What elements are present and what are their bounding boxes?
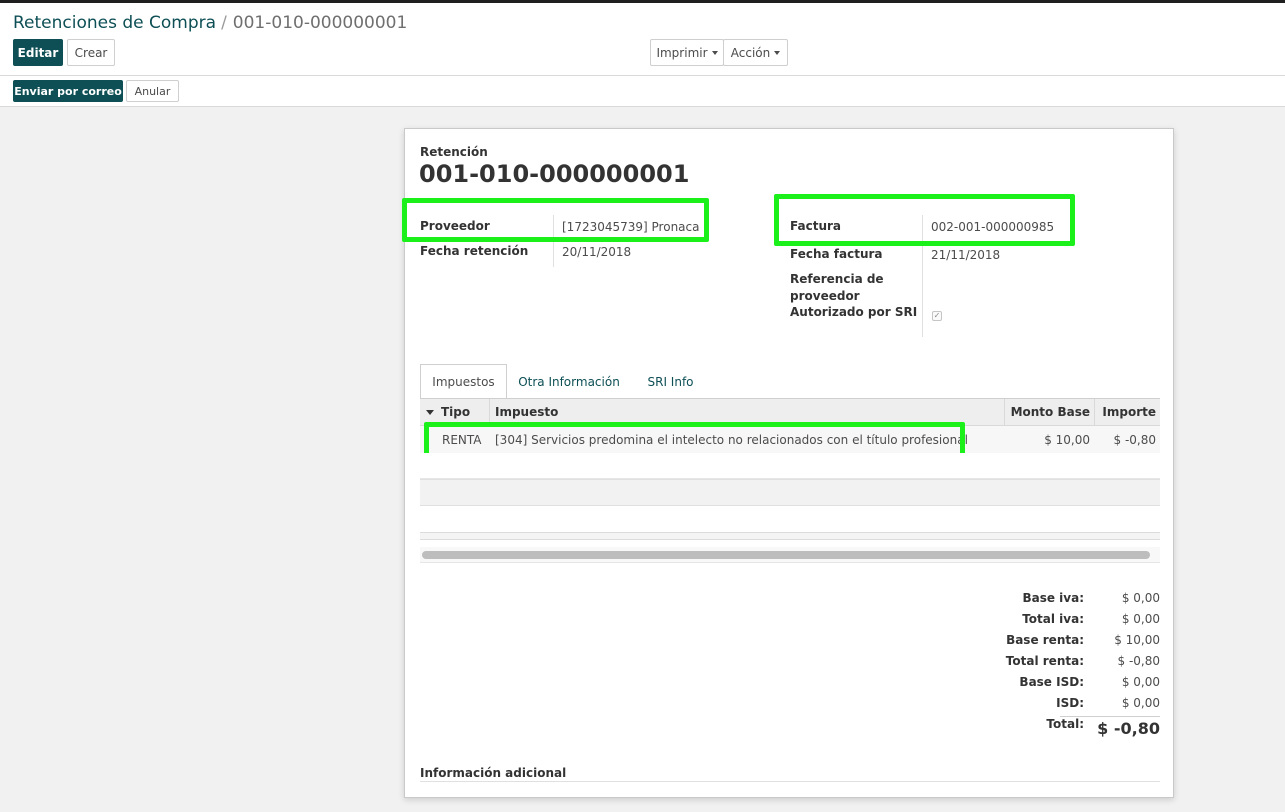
highlight-factura (774, 194, 1075, 246)
total-label-isd: ISD: (1056, 696, 1084, 710)
field-fecha-factura[interactable]: 21/11/2018 (931, 248, 1000, 262)
status-bar: Enviar por correo Anular (0, 76, 1285, 107)
field-label-fecha-factura: Fecha factura (790, 247, 883, 261)
cell-monto-base: $ 10,00 (1044, 433, 1090, 447)
tab-otra-informacion[interactable]: Otra Información (513, 364, 625, 399)
checkmark-icon: ✓ (933, 311, 941, 320)
total-base-iva: $ 0,00 (1121, 591, 1160, 605)
col-separator (1004, 399, 1005, 426)
print-label: Imprimir (656, 45, 708, 60)
autorizado-sri-checkbox[interactable]: ✓ (932, 311, 942, 321)
doc-label: Retención (420, 145, 488, 159)
table-footer (420, 532, 1160, 540)
total-isd: $ 0,00 (1121, 696, 1160, 710)
col-separator (1094, 399, 1095, 426)
total-label-base-renta: Base renta: (1006, 633, 1084, 647)
additional-info-divider (420, 781, 1160, 782)
total-label-base-isd: Base ISD: (1019, 675, 1084, 689)
breadcrumb-parent-link[interactable]: Retenciones de Compra (13, 13, 216, 33)
breadcrumb: Retenciones de Compra/001-010-000000001 (13, 13, 407, 33)
total-base-renta: $ 10,00 (1114, 633, 1160, 647)
cell-importe: $ -0,80 (1113, 433, 1157, 447)
highlight-proveedor (402, 198, 709, 242)
field-label-referencia-line2: proveedor (790, 289, 860, 303)
total-label-base-iva: Base iva: (1022, 591, 1084, 605)
additional-info-heading: Información adicional (420, 766, 567, 780)
tab-sri-info[interactable]: SRI Info (639, 364, 702, 399)
action-label: Acción (730, 45, 771, 60)
cancel-button[interactable]: Anular (126, 80, 179, 102)
form-sheet: Retención 001-010-000000001 Proveedor [1… (402, 128, 1174, 798)
total-total-iva: $ 0,00 (1121, 612, 1160, 626)
caret-down-icon (711, 50, 718, 55)
col-monto-base[interactable]: Monto Base (1010, 399, 1090, 426)
control-panel: Retenciones de Compra/001-010-000000001 … (0, 3, 1285, 76)
empty-row (420, 479, 1160, 506)
total-base-isd: $ 0,00 (1121, 675, 1160, 689)
horizontal-scrollbar[interactable] (422, 551, 1150, 559)
col-importe[interactable]: Importe (1100, 399, 1156, 426)
field-fecha-retencion[interactable]: 20/11/2018 (562, 245, 631, 259)
action-dropdown[interactable]: Acción (723, 39, 788, 66)
edit-button[interactable]: Editar (13, 39, 63, 66)
breadcrumb-separator: / (221, 13, 227, 33)
sort-caret-icon[interactable] (426, 410, 434, 415)
empty-row (420, 453, 1160, 479)
total-label-total-renta: Total renta: (1005, 654, 1084, 668)
field-label-fecha-retencion: Fecha retención (420, 244, 529, 258)
total-amount: $ -0,80 (1060, 716, 1160, 738)
total-label-total: Total: (1046, 717, 1084, 731)
total-label-total-iva: Total iva: (1022, 612, 1084, 626)
doc-number: 001-010-000000001 (419, 160, 690, 188)
print-dropdown[interactable]: Imprimir (650, 39, 724, 66)
total-total-renta: $ -0,80 (1117, 654, 1161, 668)
caret-down-icon (774, 50, 781, 55)
tab-impuestos[interactable]: Impuestos (420, 364, 507, 399)
create-button[interactable]: Crear (67, 39, 115, 66)
send-email-button[interactable]: Enviar por correo (13, 80, 123, 102)
field-label-referencia-line1: Referencia de (790, 272, 884, 286)
field-label-autorizado-sri: Autorizado por SRI (790, 305, 918, 319)
breadcrumb-current: 001-010-000000001 (232, 13, 408, 33)
